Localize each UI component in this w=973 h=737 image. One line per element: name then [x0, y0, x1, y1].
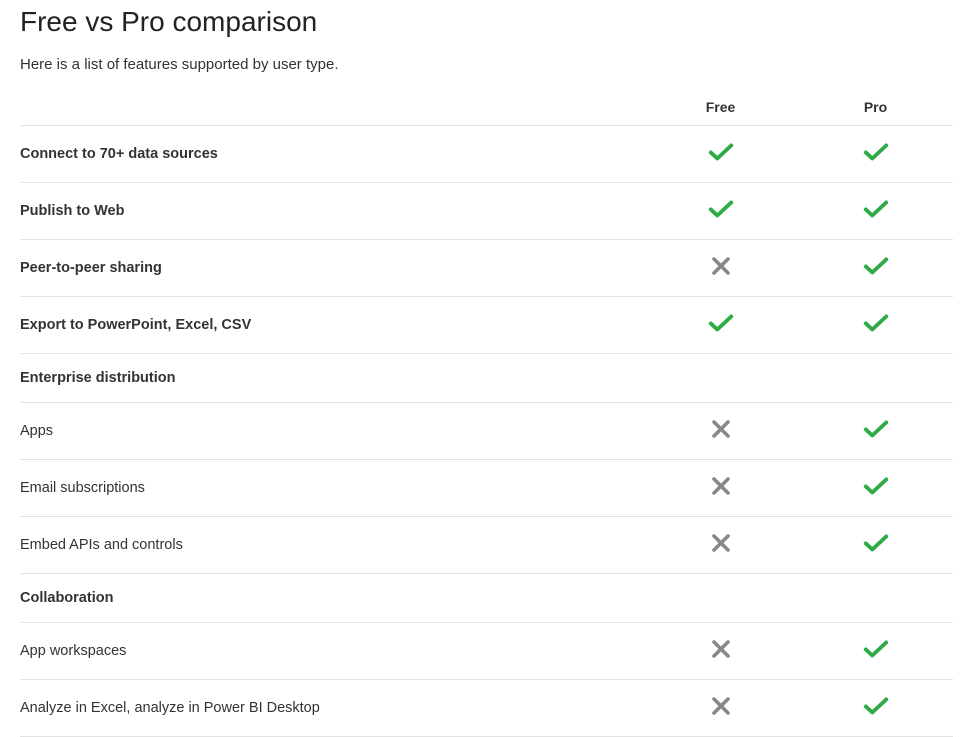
cell-free [643, 517, 798, 574]
feature-label: App workspaces [20, 623, 643, 680]
check-icon [862, 313, 890, 333]
cross-icon [707, 639, 735, 659]
table-row: Publish to Web [20, 183, 953, 240]
cell-pro [798, 297, 953, 354]
check-icon [707, 313, 735, 333]
feature-label: Embed APIs and controls [20, 517, 643, 574]
feature-label: Peer-to-peer sharing [20, 240, 643, 297]
feature-label: Publish to Web [20, 183, 643, 240]
cell-pro [798, 517, 953, 574]
cell-pro [798, 354, 953, 403]
table-header-row: Free Pro [20, 91, 953, 126]
table-row: Peer-to-peer sharing [20, 240, 953, 297]
cell-free [643, 354, 798, 403]
feature-label: Analyze in Excel, analyze in Power BI De… [20, 680, 643, 737]
cell-pro [798, 680, 953, 737]
col-header-pro: Pro [798, 91, 953, 126]
col-header-free: Free [643, 91, 798, 126]
check-icon [862, 639, 890, 659]
check-icon [862, 142, 890, 162]
cell-free [643, 574, 798, 623]
cell-free [643, 403, 798, 460]
feature-label: Connect to 70+ data sources [20, 126, 643, 183]
cell-free [643, 623, 798, 680]
check-icon [862, 533, 890, 553]
cell-pro [798, 460, 953, 517]
table-row: Email subscriptions [20, 460, 953, 517]
check-icon [862, 419, 890, 439]
table-row: Analyze in Excel, analyze in Power BI De… [20, 680, 953, 737]
cell-pro [798, 126, 953, 183]
cell-free [643, 680, 798, 737]
check-icon [862, 256, 890, 276]
table-row: Apps [20, 403, 953, 460]
page-title: Free vs Pro comparison [20, 6, 953, 38]
cell-free [643, 183, 798, 240]
table-row: Embed APIs and controls [20, 517, 953, 574]
section-header-label: Collaboration [20, 574, 643, 623]
cell-pro [798, 183, 953, 240]
cell-pro [798, 240, 953, 297]
check-icon [862, 476, 890, 496]
check-icon [707, 199, 735, 219]
cross-icon [707, 696, 735, 716]
cell-pro [798, 403, 953, 460]
table-row: App workspaces [20, 623, 953, 680]
cross-icon [707, 256, 735, 276]
check-icon [707, 142, 735, 162]
cell-pro [798, 574, 953, 623]
section-header-label: Enterprise distribution [20, 354, 643, 403]
table-row: Connect to 70+ data sources [20, 126, 953, 183]
feature-label: Email subscriptions [20, 460, 643, 517]
cross-icon [707, 419, 735, 439]
cell-pro [798, 623, 953, 680]
cross-icon [707, 533, 735, 553]
table-row: Export to PowerPoint, Excel, CSV [20, 297, 953, 354]
cell-free [643, 297, 798, 354]
table-row: Enterprise distribution [20, 354, 953, 403]
cell-free [643, 126, 798, 183]
cell-free [643, 460, 798, 517]
page-subtitle: Here is a list of features supported by … [20, 56, 953, 73]
comparison-table: Free Pro Connect to 70+ data sourcesPubl… [20, 91, 953, 737]
feature-label: Apps [20, 403, 643, 460]
feature-label: Export to PowerPoint, Excel, CSV [20, 297, 643, 354]
cell-free [643, 240, 798, 297]
check-icon [862, 199, 890, 219]
col-header-empty [20, 91, 643, 126]
cross-icon [707, 476, 735, 496]
table-row: Collaboration [20, 574, 953, 623]
check-icon [862, 696, 890, 716]
